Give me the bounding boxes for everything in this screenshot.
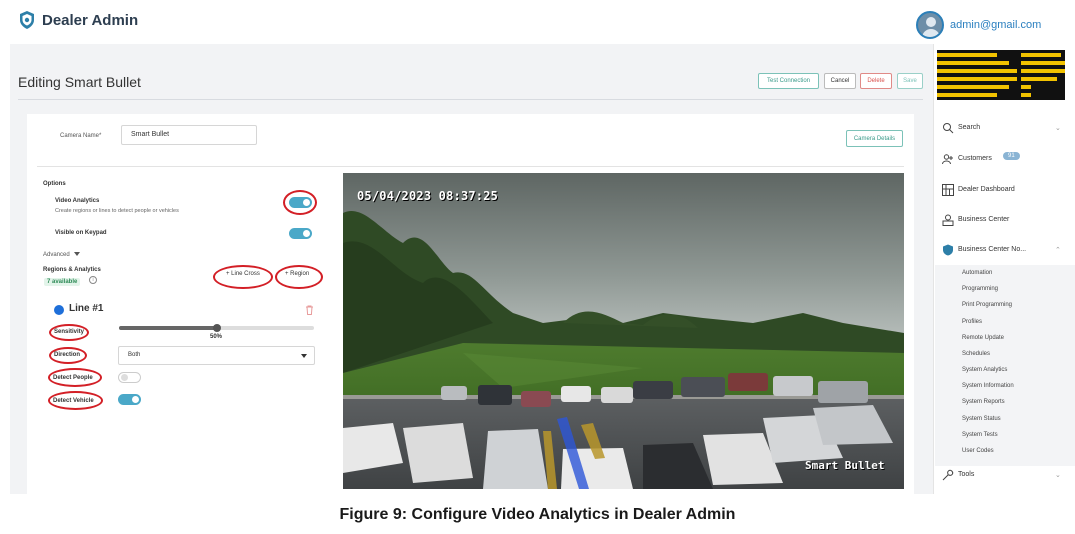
visible-keypad-label: Visible on Keypad <box>55 230 107 236</box>
sidebar-item-dealer-dashboard[interactable]: Dealer Dashboard <box>934 175 1075 205</box>
sensitivity-slider[interactable] <box>119 324 314 332</box>
camera-overlay-name: Smart Bullet <box>805 459 885 472</box>
delete-button[interactable]: Delete <box>860 73 892 89</box>
business-center-icon <box>942 214 954 226</box>
divider <box>18 99 923 100</box>
main-content: Editing Smart Bullet Test Connection Can… <box>10 44 933 494</box>
dmp-logo <box>937 50 1065 100</box>
advanced-toggle[interactable]: Advanced <box>43 252 81 258</box>
trash-icon[interactable] <box>305 305 314 315</box>
caret-down-icon <box>301 354 307 358</box>
submenu-item[interactable]: Print Programming <box>962 302 1012 308</box>
brand[interactable]: Dealer Admin <box>18 10 138 30</box>
submenu-item[interactable]: System Status <box>962 416 1001 422</box>
sidebar-item-tools[interactable]: Tools ⌄ <box>934 460 1075 490</box>
user-email[interactable]: admin@gmail.com <box>950 19 1041 31</box>
highlight-ring <box>49 324 89 341</box>
sidebar-item-label: Dealer Dashboard <box>958 186 1015 193</box>
business-center-submenu: Automation Programming Print Programming… <box>935 265 1075 466</box>
user-menu[interactable]: admin@gmail.com <box>916 11 1041 39</box>
submenu-item[interactable]: Profiles <box>962 319 982 325</box>
dashboard-icon <box>942 184 954 196</box>
camera-details-button[interactable]: Camera Details <box>846 130 903 147</box>
sidebar: Search ⌄ Customers 91 Dealer Dashboard B… <box>933 44 1075 494</box>
line-color-dot <box>54 305 64 315</box>
camera-scene <box>343 173 904 489</box>
camera-card: Camera Name* Smart Bullet Camera Details… <box>27 114 914 494</box>
cancel-button[interactable]: Cancel <box>824 73 856 89</box>
available-badge: 7 available <box>44 278 81 286</box>
detect-vehicle-toggle[interactable] <box>118 394 141 405</box>
sidebar-item-label: Business Center No... <box>958 246 1027 253</box>
customers-icon <box>942 154 953 165</box>
submenu-item[interactable]: Automation <box>962 270 992 276</box>
camera-name-input[interactable]: Smart Bullet <box>121 125 257 145</box>
submenu-item[interactable]: User Codes <box>962 448 994 454</box>
submenu-item[interactable]: System Tests <box>962 432 998 438</box>
camera-timestamp: 05/04/2023 08:37:25 <box>357 189 499 203</box>
test-connection-button[interactable]: Test Connection <box>758 73 819 89</box>
shield-logo-icon <box>20 11 34 29</box>
save-button[interactable]: Save <box>897 73 923 89</box>
submenu-item[interactable]: System Reports <box>962 399 1005 405</box>
app-title: Dealer Admin <box>42 11 139 29</box>
submenu-item[interactable]: System Information <box>962 383 1014 389</box>
logo-area <box>934 44 1075 108</box>
submenu-item[interactable]: Programming <box>962 286 998 292</box>
highlight-ring <box>48 368 102 387</box>
direction-value: Both <box>128 352 141 358</box>
sidebar-item-customers[interactable]: Customers 91 <box>934 144 1075 174</box>
camera-name-label: Camera Name* <box>60 133 102 139</box>
slider-fill <box>119 326 217 330</box>
chevron-down-icon: ⌄ <box>1055 125 1061 132</box>
highlight-ring <box>213 265 273 289</box>
customers-count-badge: 91 <box>1003 152 1020 160</box>
camera-preview[interactable]: 05/04/2023 08:37:25 Smart Bullet <box>343 173 904 489</box>
highlight-ring <box>275 265 323 289</box>
sidebar-item-label: Business Center <box>958 216 1010 223</box>
figure-caption: Figure 9: Configure Video Analytics in D… <box>339 506 736 523</box>
slider-handle[interactable] <box>212 324 221 332</box>
top-bar: Dealer Admin admin@gmail.com <box>0 0 1075 44</box>
detect-people-toggle[interactable] <box>118 372 141 383</box>
submenu-item[interactable]: Remote Update <box>962 335 1004 341</box>
sensitivity-value: 50% <box>210 334 223 340</box>
visible-keypad-toggle[interactable] <box>289 228 312 239</box>
sidebar-item-search[interactable]: Search ⌄ <box>934 113 1075 143</box>
page-title: Editing Smart Bullet <box>18 74 141 90</box>
chevron-down-icon: ⌄ <box>1055 472 1061 479</box>
direction-select[interactable]: Both <box>118 346 315 365</box>
sidebar-item-business-center-no[interactable]: Business Center No... ⌃ <box>934 235 1075 265</box>
highlight-ring <box>49 347 87 364</box>
caret-down-icon <box>74 252 81 257</box>
highlight-ring <box>48 391 103 410</box>
sidebar-item-label: Customers <box>958 155 992 162</box>
avatar[interactable] <box>916 11 944 39</box>
search-icon <box>943 123 954 134</box>
options-heading: Options <box>43 181 66 187</box>
line-title: Line #1 <box>69 303 104 314</box>
wrench-icon <box>942 469 954 481</box>
video-analytics-desc: Create regions or lines to detect people… <box>55 208 179 214</box>
advanced-label: Advanced <box>43 252 70 258</box>
sidebar-item-label: Search <box>958 124 981 131</box>
shield-icon <box>943 244 953 256</box>
divider <box>37 166 904 167</box>
regions-label: Regions & Analytics <box>43 267 101 273</box>
sidebar-item-label: Tools <box>958 471 975 478</box>
sidebar-item-business-center[interactable]: Business Center <box>934 205 1075 235</box>
submenu-item[interactable]: Schedules <box>962 351 990 357</box>
submenu-item[interactable]: System Analytics <box>962 367 1007 373</box>
info-icon[interactable]: i <box>89 276 97 284</box>
highlight-ring <box>283 190 317 215</box>
chevron-up-icon: ⌃ <box>1055 247 1061 254</box>
video-analytics-label: Video Analytics <box>55 198 100 204</box>
